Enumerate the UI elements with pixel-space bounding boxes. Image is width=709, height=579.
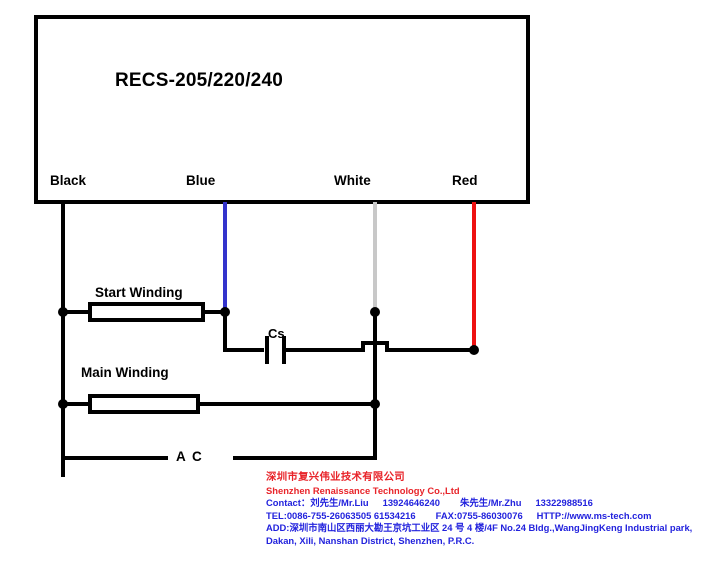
address-line-en: Dakan, Xili, Nanshan District, Shenzhen,… — [266, 534, 475, 546]
main-winding-label: Main Winding — [81, 365, 169, 380]
terminal-label-black: Black — [50, 173, 87, 188]
wiring-diagram-page: RECS-205/220/240 Black Blue White Red St… — [0, 0, 709, 579]
company-contact-footer: 深圳市复兴伟业技术有限公司 Shenzhen Renaissance Techn… — [266, 472, 706, 548]
junction-dot-common-top — [370, 307, 380, 317]
address-line-cn: ADD:深圳市南山区西丽大勘王京坑工业区 24 号 4 楼/4F No.24 B… — [266, 522, 706, 535]
ac-supply-label: A C — [176, 449, 204, 464]
capacitor-label: Cs — [268, 326, 285, 341]
company-name-en: Shenzhen Renaissance Technology Co.,Ltd — [266, 484, 460, 496]
contact-name-liu: 刘先生/Mr.Liu — [310, 497, 369, 509]
junction-dot-common-main-winding — [370, 399, 380, 409]
fax-number: FAX:0755-86030076 — [435, 509, 523, 521]
telephone-number: TEL:0086-755-26063505 61534216 — [266, 509, 416, 521]
junction-dot-red-capacitor — [469, 345, 479, 355]
start-winding-label: Start Winding — [95, 285, 183, 300]
contact-prefix: Contact： — [266, 497, 311, 509]
junction-dot-start-winding-right — [220, 307, 230, 317]
terminal-label-white: White — [334, 173, 371, 188]
start-winding-body — [88, 302, 205, 322]
contact-phone-liu: 13924646240 — [382, 497, 440, 509]
website-url[interactable]: HTTP://www.ms-tech.com — [537, 510, 652, 521]
junction-dot-main-winding-left — [58, 399, 68, 409]
junction-dot-start-winding-left — [58, 307, 68, 317]
address-main: 深圳市南山区西丽大勘王京坑工业区 24 号 4 楼/4F No.24 Bldg.… — [289, 522, 693, 534]
contact-line: Contact：刘先生/Mr.Liu 13924646240 朱先生/Mr.Zhu 1… — [266, 497, 706, 510]
company-name-cn: 深圳市复兴伟业技术有限公司 — [266, 472, 405, 483]
main-winding-body — [88, 394, 200, 414]
terminal-label-red: Red — [452, 173, 478, 188]
module-title: RECS-205/220/240 — [115, 70, 283, 91]
start-winding-to-capacitor-wire — [223, 310, 264, 352]
address-prefix: ADD: — [266, 522, 290, 534]
tel-fax-line: TEL:0086-755-26063505 61534216 FAX:0755-8… — [266, 510, 706, 523]
terminal-label-blue: Blue — [186, 173, 216, 188]
contact-phone-zhu: 13322988516 — [535, 497, 593, 509]
contact-name-zhu: 朱先生/Mr.Zhu — [459, 497, 522, 509]
